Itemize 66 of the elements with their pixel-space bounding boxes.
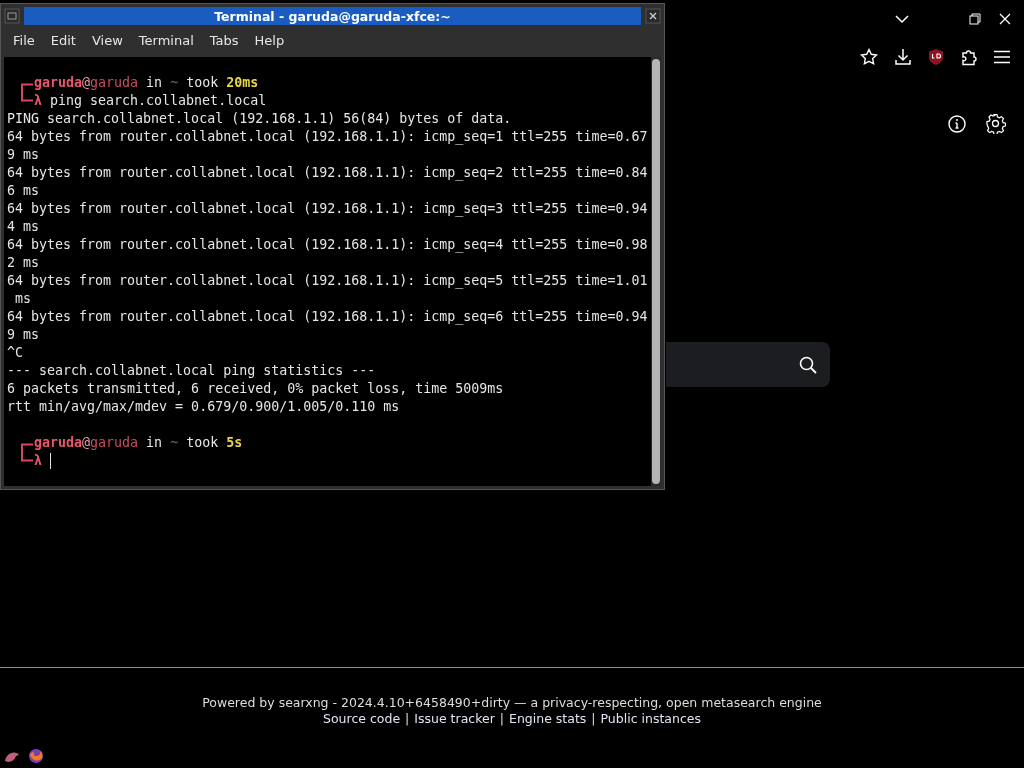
info-icon[interactable] [948, 115, 966, 133]
prompt-word: in [146, 434, 163, 452]
output-line: ms [14, 290, 32, 308]
fox-globe-icon[interactable] [28, 748, 44, 764]
prompt-duration: 5s [226, 434, 243, 452]
chevron-down-icon[interactable] [895, 14, 909, 24]
footer-link[interactable]: Engine stats [509, 711, 587, 726]
prompt-word: took [186, 74, 219, 92]
prompt-bracket-icon [21, 92, 33, 102]
prompt-directory: ~ [170, 434, 179, 452]
output-line: 64 bytes from router.collabnet.local (192.168.1.1): icmp_seq=4 ttl=255 time=0.98 [7, 236, 648, 254]
output-line: 6 ms [7, 182, 40, 200]
output-line: 2 ms [7, 254, 40, 272]
menu-item[interactable]: Terminal [130, 32, 202, 48]
command-text: ping search.collabnet.local [50, 92, 267, 110]
prompt-bracket-icon [21, 443, 33, 452]
output-line: 6 packets transmitted, 6 received, 0% packet loss, time 5009ms [7, 380, 504, 398]
link-separator: | [405, 711, 410, 726]
link-separator: | [591, 711, 596, 726]
prompt-user: garuda [34, 434, 83, 452]
prompt-word: took [186, 434, 219, 452]
prompt-symbol: λ [34, 452, 42, 470]
menu-icon[interactable] [994, 50, 1010, 64]
menu-item[interactable]: Edit [42, 32, 84, 48]
prompt-symbol: λ [34, 92, 42, 110]
prompt-bracket-icon [21, 83, 33, 92]
download-icon[interactable] [894, 48, 912, 66]
search-field[interactable] [666, 342, 830, 387]
search-icon[interactable] [799, 355, 817, 374]
footer-link[interactable]: Source code [323, 711, 401, 726]
window-title: Terminal - garuda@garuda-xfce:~ [214, 8, 451, 24]
output-line: ^C [7, 344, 23, 362]
output-line: 9 ms [7, 326, 40, 344]
link-separator: | [499, 711, 504, 726]
footer-text: Powered by searxng - 2024.4.10+6458490+dirty — a privacy-respecting, open metasearch engine [202, 695, 822, 710]
output-line: --- search.collabnet.local ping statistics --- [7, 362, 376, 380]
output-line: rtt min/avg/max/mdev = 0.679/0.900/1.005/0.110 ms [7, 398, 400, 416]
shield-icon[interactable] [928, 48, 944, 66]
menu-item[interactable]: File [5, 32, 43, 48]
star-icon[interactable] [860, 48, 878, 66]
output-line: 4 ms [7, 218, 40, 236]
prompt-duration: 20ms [226, 74, 259, 92]
output-line: 64 bytes from router.collabnet.local (192.168.1.1): icmp_seq=5 ttl=255 time=1.01 [7, 272, 648, 290]
footer-link[interactable]: Issue tracker [414, 711, 495, 726]
menu-item[interactable]: Help [246, 32, 293, 48]
output-line: 9 ms [7, 146, 40, 164]
prompt-directory: ~ [170, 74, 179, 92]
puzzle-icon[interactable] [960, 48, 978, 66]
output-line: PING search.collabnet.local (192.168.1.1) 56(84) bytes of data. [7, 110, 512, 128]
prompt-host: garuda [90, 74, 139, 92]
menu-item[interactable]: View [83, 32, 131, 48]
prompt-at: @ [82, 434, 91, 452]
prompt-bracket-icon [21, 452, 33, 462]
prompt-host: garuda [90, 434, 139, 452]
restore-icon[interactable] [969, 13, 981, 25]
output-line: 64 bytes from router.collabnet.local (192.168.1.1): icmp_seq=3 ttl=255 time=0.94 [7, 200, 648, 218]
menu-item[interactable]: Tabs [201, 32, 247, 48]
output-line: 64 bytes from router.collabnet.local (192.168.1.1): icmp_seq=2 ttl=255 time=0.84 [7, 164, 648, 182]
output-line: 64 bytes from router.collabnet.local (192.168.1.1): icmp_seq=6 ttl=255 time=0.94 [7, 308, 648, 326]
prompt-word: in [146, 74, 163, 92]
prompt-user: garuda [34, 74, 83, 92]
settings-icon[interactable] [986, 114, 1006, 134]
footer-link[interactable]: Public instances [600, 711, 701, 726]
output-line: 64 bytes from router.collabnet.local (192.168.1.1): icmp_seq=1 ttl=255 time=0.67 [7, 128, 648, 146]
prompt-at: @ [82, 74, 91, 92]
close-icon[interactable] [645, 8, 661, 24]
